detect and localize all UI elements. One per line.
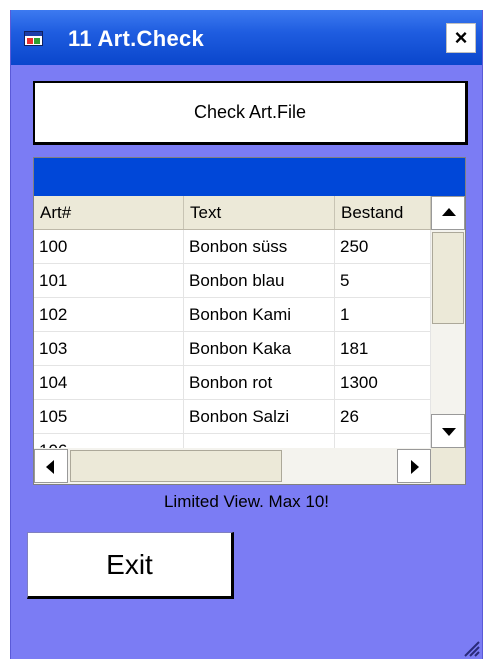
table-row[interactable]: 106 xyxy=(34,434,431,448)
column-header-bestand[interactable]: Bestand xyxy=(335,196,431,229)
scroll-left-icon xyxy=(46,460,54,474)
cell-art[interactable]: 100 xyxy=(34,230,184,263)
horizontal-scroll-thumb[interactable] xyxy=(70,450,282,482)
check-art-file-button[interactable]: Check Art.File xyxy=(33,81,468,145)
cell-art[interactable]: 102 xyxy=(34,298,184,331)
close-icon: × xyxy=(454,25,468,50)
cell-bestand[interactable]: 26 xyxy=(335,400,431,433)
scrollbar-corner xyxy=(431,448,465,484)
grid-rows: 100 Bonbon süss 250 101 Bonbon blau 5 10… xyxy=(34,230,431,448)
horizontal-scrollbar[interactable] xyxy=(34,448,431,484)
vertical-scroll-thumb[interactable] xyxy=(432,232,464,324)
scroll-up-icon xyxy=(442,208,456,216)
cell-text[interactable]: Bonbon Kami xyxy=(184,298,335,331)
cell-bestand[interactable] xyxy=(335,434,431,448)
cell-text[interactable]: Bonbon rot xyxy=(184,366,335,399)
table-row[interactable]: 104 Bonbon rot 1300 xyxy=(34,366,431,400)
grid-caption-bar xyxy=(34,158,465,196)
column-header-text[interactable]: Text xyxy=(184,196,335,229)
table-row[interactable]: 100 Bonbon süss 250 xyxy=(34,230,431,264)
cell-art[interactable]: 105 xyxy=(34,400,184,433)
vertical-scrollbar[interactable] xyxy=(431,196,465,448)
column-header-art[interactable]: Art# xyxy=(34,196,184,229)
cell-bestand[interactable]: 5 xyxy=(335,264,431,297)
cell-text[interactable]: Bonbon blau xyxy=(184,264,335,297)
cell-art[interactable]: 104 xyxy=(34,366,184,399)
cell-art[interactable]: 103 xyxy=(34,332,184,365)
resize-grip-icon[interactable] xyxy=(460,637,480,657)
scroll-down-icon xyxy=(442,428,456,436)
window-title: 11 Art.Check xyxy=(68,26,205,51)
app-icon[interactable] xyxy=(24,31,43,46)
cell-text[interactable]: Bonbon Salzi xyxy=(184,400,335,433)
status-label: Limited View. Max 10! xyxy=(163,492,330,511)
data-grid[interactable]: Art# Text Bestand 100 Bonbon süss 250 10… xyxy=(33,157,466,485)
cell-bestand[interactable]: 1 xyxy=(335,298,431,331)
grid-header: Art# Text Bestand xyxy=(34,196,431,230)
title-bar[interactable]: 11 Art.Check × xyxy=(11,10,482,65)
table-row[interactable]: 103 Bonbon Kaka 181 xyxy=(34,332,431,366)
cell-text[interactable]: Bonbon süss xyxy=(184,230,335,263)
cell-bestand[interactable]: 1300 xyxy=(335,366,431,399)
cell-bestand[interactable]: 250 xyxy=(335,230,431,263)
cell-art[interactable]: 106 xyxy=(34,434,184,448)
exit-button[interactable]: Exit xyxy=(27,532,234,599)
table-row[interactable]: 102 Bonbon Kami 1 xyxy=(34,298,431,332)
scroll-right-icon xyxy=(411,460,419,474)
cell-bestand[interactable]: 181 xyxy=(335,332,431,365)
table-row[interactable]: 101 Bonbon blau 5 xyxy=(34,264,431,298)
app-window: 11 Art.Check × Check Art.File Art# Text … xyxy=(10,10,483,659)
close-button[interactable]: × xyxy=(446,23,476,53)
cell-text[interactable] xyxy=(184,434,335,448)
cell-art[interactable]: 101 xyxy=(34,264,184,297)
scroll-up-button[interactable] xyxy=(431,196,465,230)
scroll-down-button[interactable] xyxy=(431,414,465,448)
scroll-left-button[interactable] xyxy=(34,449,68,483)
table-row[interactable]: 105 Bonbon Salzi 26 xyxy=(34,400,431,434)
scroll-right-button[interactable] xyxy=(397,449,431,483)
cell-text[interactable]: Bonbon Kaka xyxy=(184,332,335,365)
